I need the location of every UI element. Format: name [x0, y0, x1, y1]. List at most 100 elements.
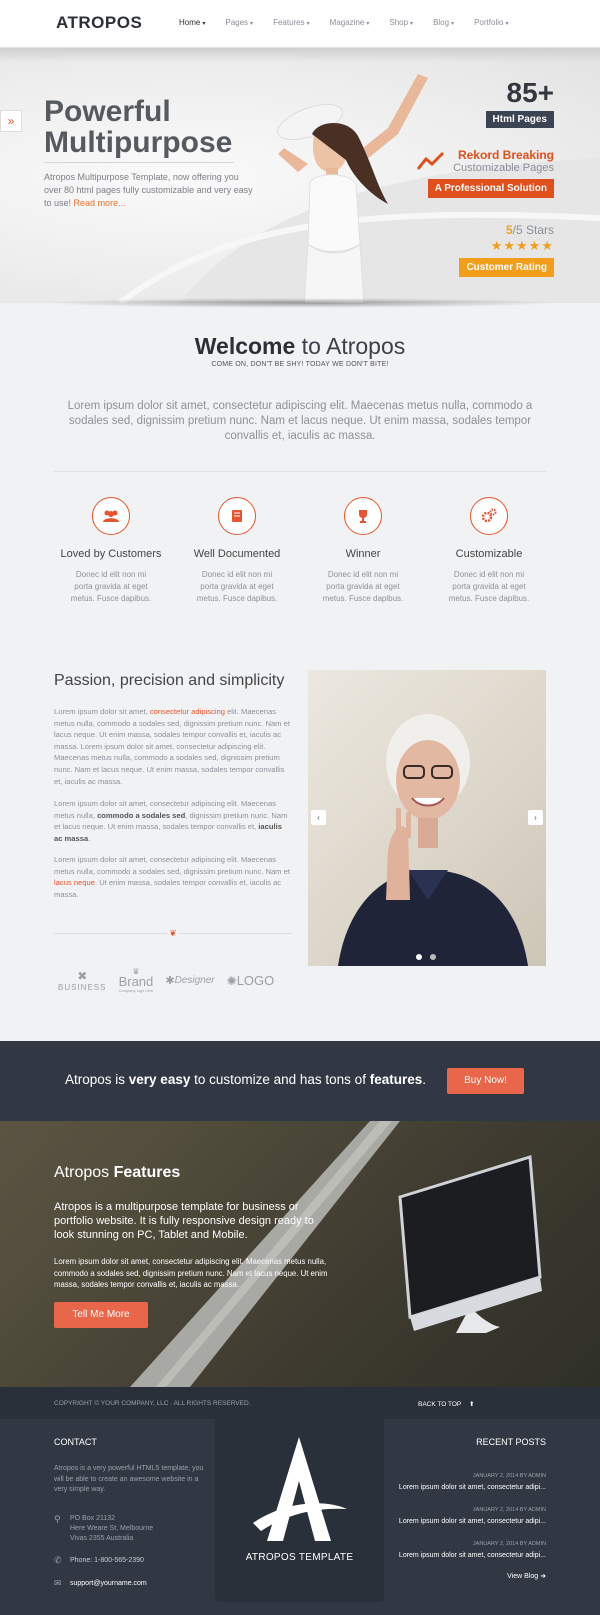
html-pages-badge: Html Pages — [485, 111, 554, 128]
chevron-down-icon: ▾ — [250, 21, 254, 27]
footer-logo-panel — [215, 1419, 384, 1602]
chevron-down-icon: ▾ — [410, 21, 414, 27]
feature-text: Donec id elit non mi porta gravida at eg… — [196, 570, 278, 603]
buy-now-button[interactable]: Buy Now! — [447, 1068, 524, 1094]
hero-bottom-shadow — [40, 298, 560, 308]
customer-rating-badge: Customer Rating — [459, 258, 554, 277]
contact-phone: Phone: 1-800-565-2390 — [70, 1557, 144, 1564]
welcome-subtitle: COME ON, DON'T BE SHY! TODAY WE DON'T BI… — [211, 361, 389, 368]
hero-description: Atropos Multipurpose Template, now offer… — [44, 172, 253, 208]
welcome-title: Welcome to Atropos — [194, 333, 406, 359]
copyright-text: COPYRIGHT © YOUR COMPANY, LLC . ALL RIGH… — [54, 1400, 251, 1407]
arrow-right-icon: ➜ — [540, 1573, 546, 1580]
brand-designer-logo[interactable]: ✱ Designer — [165, 974, 214, 987]
hero-woman-image — [277, 74, 428, 304]
nav-features[interactable]: Features ▾ — [273, 18, 310, 27]
recent-posts-heading: RECENT POSTS — [476, 1437, 546, 1447]
contact-email[interactable]: support@yourname.com — [70, 1580, 147, 1587]
feature-title: Loved by Customers — [60, 548, 162, 560]
hero-top-shadow — [0, 48, 600, 62]
brand-business-logo[interactable]: ✖ BUSINESS — [58, 969, 106, 992]
feature-text: Donec id elit non mi porta gravida at eg… — [448, 570, 530, 603]
stat-number: 85+ — [506, 77, 555, 108]
atropos-a-logo — [253, 1437, 347, 1541]
feature-customizable: Customizable Donec id elit non mi porta … — [434, 497, 544, 605]
slider-dot-active[interactable] — [416, 954, 422, 960]
feature-text: Donec id elit non mi porta gravida at eg… — [322, 570, 404, 603]
hero-title: Powerful Multipurpose — [44, 95, 233, 159]
users-icon — [92, 497, 130, 535]
envelope-icon: ✉ — [54, 1578, 62, 1588]
passion-paragraph-3: Lorem ipsum dolor sit amet, consectetur … — [54, 855, 290, 899]
passion-title: Passion, precision and simplicity — [54, 672, 285, 689]
rekord-title: Rekord Breaking — [457, 148, 554, 162]
cta-text: Atropos is very easy to customize and ha… — [65, 1072, 426, 1087]
site-header: ATROPOS Home ▾ Pages ▾ Features ▾ Magazine ▾… — [0, 0, 600, 48]
professional-badge: A Professional Solution — [427, 179, 554, 198]
post-title-link[interactable]: Lorem ipsum dolor sit amet, consectetur … — [399, 1552, 546, 1559]
nav-portfolio[interactable]: Portfolio ▾ — [474, 18, 508, 27]
features-parallax — [0, 1121, 600, 1387]
feature-title: Winner — [345, 548, 381, 560]
slider-prev-button[interactable]: ‹ — [311, 810, 326, 825]
trophy-icon — [344, 497, 382, 535]
feature-documented: Well Documented Donec id elit non mi por… — [182, 497, 292, 605]
main-nav: Home ▾ Pages ▾ Features ▾ Magazine ▾ Shop ▾ B… — [179, 18, 528, 27]
side-panel-toggle[interactable]: » — [0, 110, 22, 132]
view-blog-link[interactable]: View Blog ➜ — [507, 1572, 546, 1580]
footer-template-label: ATROPOS TEMPLATE — [245, 1552, 354, 1563]
nav-shop[interactable]: Shop ▾ — [389, 18, 413, 27]
features-title: Atropos Features — [54, 1164, 181, 1181]
rekord-subtitle: Customizable Pages — [453, 162, 554, 174]
features-lead: Atropos is a multipurpose template for b… — [54, 1201, 314, 1241]
trend-chart-icon — [417, 151, 445, 170]
feature-title: Well Documented — [193, 548, 281, 560]
brand-logo-logo[interactable]: ✺ LOGO — [227, 973, 275, 988]
inline-link[interactable]: lacus neque — [54, 878, 95, 887]
contact-address: PO Box 21132 Here Weare St, Melbourne Vi… — [70, 1515, 154, 1542]
brand-brand-logo[interactable]: ♛ Brand Company logo here — [118, 968, 153, 994]
slider-next-button[interactable]: › — [528, 810, 543, 825]
post-date: JANUARY 2, 2014 BY ADMIN — [472, 1473, 546, 1479]
old-woman-photo — [338, 714, 528, 966]
nav-home[interactable]: Home ▾ — [179, 18, 205, 27]
contact-about: Atropos is a very powerful HTML5 templat… — [54, 1465, 204, 1493]
section-divider — [54, 471, 546, 472]
features-text: Lorem ipsum dolor sit amet, consectetur … — [54, 1257, 328, 1289]
tell-me-more-button[interactable]: Tell Me More — [54, 1302, 148, 1328]
post-title-link[interactable]: Lorem ipsum dolor sit amet, consectetur … — [399, 1484, 546, 1491]
post-date: JANUARY 2, 2014 BY ADMIN — [472, 1507, 546, 1513]
nav-pages[interactable]: Pages ▾ — [225, 18, 253, 27]
chevron-down-icon: ▾ — [451, 21, 455, 27]
site-logo[interactable]: ATROPOS — [56, 13, 142, 33]
nav-blog[interactable]: Blog ▾ — [433, 18, 454, 27]
hero-divider — [44, 162, 234, 163]
chevron-down-icon: ▾ — [366, 21, 370, 27]
chevron-down-icon: ▾ — [306, 21, 310, 27]
business-emblem-icon: ✖ — [77, 969, 88, 983]
read-more-link[interactable]: Read more... — [74, 198, 126, 208]
stars-label: 5/5 Stars — [505, 223, 554, 237]
feature-text: Donec id elit non mi porta gravida at eg… — [70, 570, 152, 603]
asterisk-icon: ✱ — [165, 975, 175, 987]
gear-icon: ✺ — [226, 973, 237, 988]
passion-paragraph-2: Lorem ipsum dolor sit amet, consectetur … — [54, 799, 288, 843]
chevron-down-icon: ▾ — [505, 21, 509, 27]
leaf-icon: ❦ — [167, 928, 179, 938]
cogs-icon — [470, 497, 508, 535]
brand-logos: ✖ BUSINESS ♛ Brand Company logo here ✱ D… — [58, 968, 275, 994]
nav-magazine[interactable]: Magazine ▾ — [330, 18, 370, 27]
feature-loved: Loved by Customers Donec id elit non mi … — [56, 497, 166, 605]
feature-title: Customizable — [455, 548, 523, 560]
inline-link[interactable]: consectetur adipiscing — [150, 707, 225, 716]
slider-dot[interactable] — [430, 954, 436, 960]
post-date: JANUARY 2, 2014 BY ADMIN — [472, 1541, 546, 1547]
contact-heading: CONTACT — [54, 1437, 97, 1447]
back-to-top-link[interactable]: BACK TO TOP ⬆ — [418, 1400, 474, 1408]
post-title-link[interactable]: Lorem ipsum dolor sit amet, consectetur … — [399, 1518, 546, 1525]
page: ATROPOS Home ▾ Pages ▾ Features ▾ Magazine ▾… — [0, 0, 600, 1615]
book-icon — [218, 497, 256, 535]
feature-winner: Winner Donec id elit non mi porta gravid… — [308, 497, 418, 605]
phone-icon: ✆ — [54, 1555, 62, 1565]
arrow-up-circle-icon: ⬆ — [468, 1401, 475, 1408]
